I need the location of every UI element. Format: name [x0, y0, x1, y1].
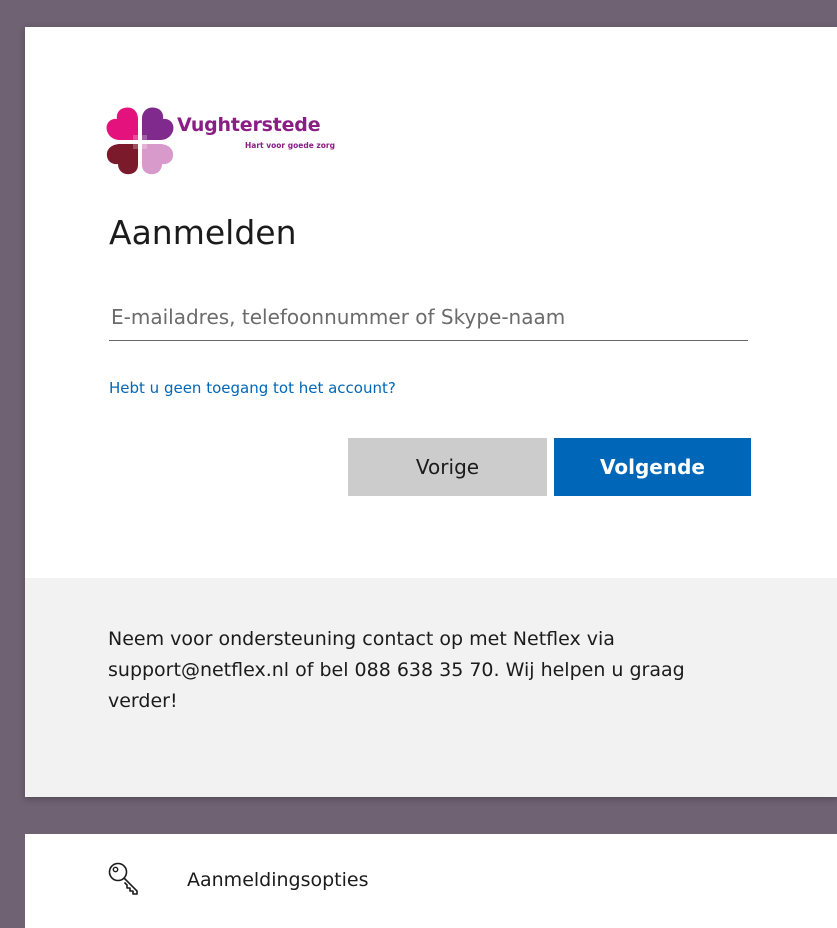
- logo-heart-icon: [106, 107, 174, 175]
- support-footer: Neem voor ondersteuning contact op met N…: [25, 578, 837, 797]
- signin-main-section: Vughterstede Hart voor goede zorg Aanmel…: [25, 27, 837, 578]
- no-access-link[interactable]: Hebt u geen toegang tot het account?: [109, 379, 396, 397]
- brand-name: Vughterstede: [177, 114, 321, 136]
- next-button[interactable]: Volgende: [554, 438, 751, 496]
- brand-tagline: Hart voor goede zorg: [245, 141, 335, 150]
- company-logo: Vughterstede Hart voor goede zorg: [105, 105, 375, 177]
- support-text: Neem voor ondersteuning contact op met N…: [108, 628, 685, 712]
- key-icon: [108, 862, 138, 895]
- signin-options-button[interactable]: Aanmeldingsopties: [25, 834, 837, 928]
- signin-card: Vughterstede Hart voor goede zorg Aanmel…: [25, 27, 837, 797]
- email-input[interactable]: [109, 293, 748, 341]
- back-button[interactable]: Vorige: [348, 438, 547, 496]
- page-title: Aanmelden: [109, 213, 297, 252]
- signin-options-label: Aanmeldingsopties: [187, 869, 369, 891]
